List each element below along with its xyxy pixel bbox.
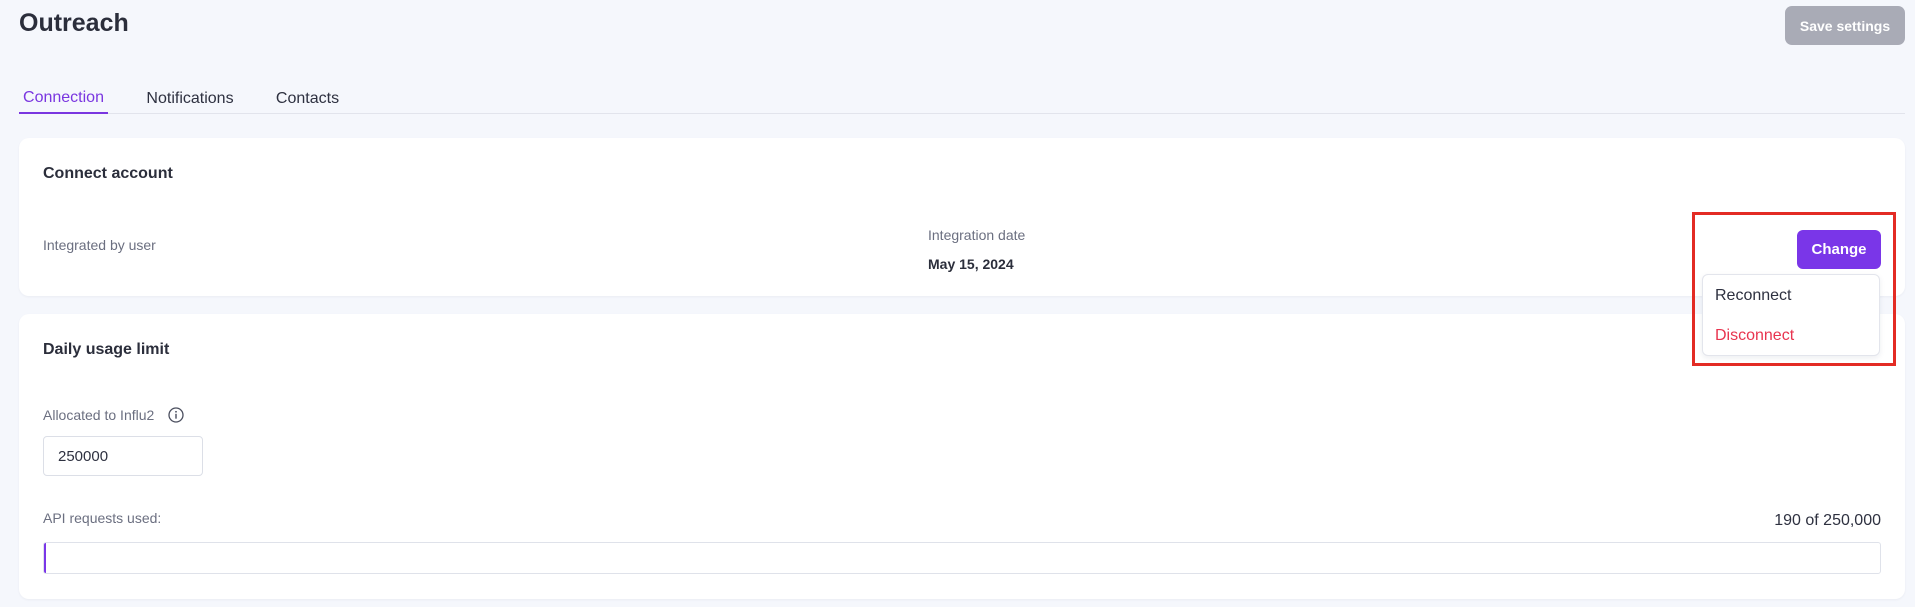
allocated-input[interactable]	[43, 436, 203, 476]
integrated-by-label: Integrated by user	[43, 237, 156, 253]
daily-usage-title: Daily usage limit	[43, 341, 170, 358]
tab-contacts[interactable]: Contacts	[270, 84, 345, 114]
change-button[interactable]: Change	[1797, 230, 1881, 269]
reconnect-menu-item[interactable]: Reconnect	[1715, 287, 1792, 305]
tab-connection[interactable]: Connection	[19, 84, 108, 114]
allocated-label: Allocated to Influ2	[43, 407, 155, 423]
usage-count: 190 of 250,000	[1774, 512, 1881, 529]
disconnect-menu-item[interactable]: Disconnect	[1715, 327, 1794, 345]
usage-progress-bar	[43, 542, 1881, 574]
page-title: Outreach	[19, 9, 129, 37]
api-requests-label: API requests used:	[43, 510, 162, 526]
integration-date-value: May 15, 2024	[928, 256, 1014, 272]
tab-bar: Connection Notifications Contacts	[19, 78, 1905, 114]
tab-notifications[interactable]: Notifications	[140, 84, 240, 114]
info-circle-icon[interactable]	[168, 407, 184, 423]
usage-progress-fill	[44, 543, 46, 573]
connect-account-title: Connect account	[43, 165, 173, 182]
change-dropdown-menu: Reconnect Disconnect	[1702, 274, 1880, 356]
daily-usage-card: Daily usage limit Allocated to Influ2 AP…	[19, 314, 1905, 599]
save-settings-button[interactable]: Save settings	[1785, 6, 1905, 45]
integration-date-label: Integration date	[928, 227, 1026, 243]
connect-account-card: Connect account Integrated by user Integ…	[19, 138, 1905, 296]
